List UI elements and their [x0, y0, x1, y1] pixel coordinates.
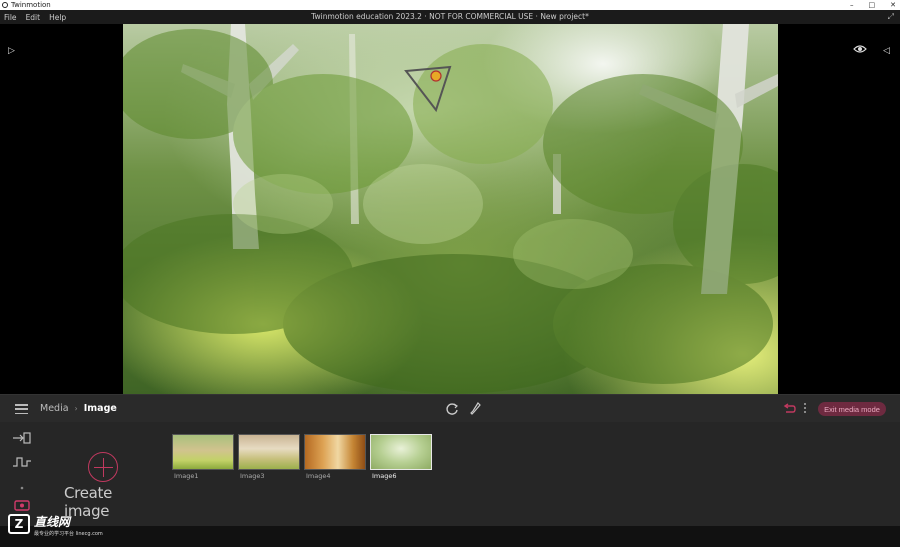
breadcrumb: Media › Image [40, 403, 117, 414]
thumbnail-label: Image3 [240, 472, 265, 480]
menu-help[interactable]: Help [49, 13, 66, 22]
breadcrumb-media[interactable]: Media [40, 403, 69, 414]
status-strip [0, 526, 900, 547]
menu-icon[interactable] [15, 404, 28, 414]
media-toolbar: Media › Image Exit media mode [0, 394, 900, 422]
create-image-button[interactable]: Create image [60, 452, 148, 520]
right-panel-toggle-icon[interactable]: ◁ [883, 46, 890, 56]
thumbnail-item-selected[interactable]: Image6 [370, 434, 432, 480]
thumbnail-item[interactable]: Image3 [238, 434, 300, 480]
left-panel-toggle-icon[interactable]: ▷ [8, 46, 15, 56]
main-menu: File Edit Help [0, 13, 66, 22]
scene-render[interactable] [123, 24, 778, 394]
refresh-icon[interactable] [445, 402, 459, 416]
exit-media-mode-button[interactable]: Exit media mode [818, 402, 886, 416]
thumbnail-label: Image6 [372, 472, 397, 480]
media-panel: Create image Image1 Image3 Image4 Image6 [0, 422, 900, 526]
thumbnail-image [172, 434, 234, 470]
maximize-button[interactable]: □ [869, 1, 876, 9]
add-icon [88, 452, 118, 482]
thumbnail-image [304, 434, 366, 470]
sequence-icon[interactable] [12, 456, 32, 468]
thumbnail-item[interactable]: Image4 [304, 434, 366, 480]
thumbnail-image [370, 434, 432, 470]
import-icon[interactable] [12, 432, 32, 444]
breadcrumb-separator: › [74, 404, 78, 413]
menu-edit[interactable]: Edit [26, 13, 41, 22]
thumbnail-label: Image1 [174, 472, 199, 480]
dot-icon[interactable] [12, 482, 32, 494]
viewport[interactable]: ▷ ◁ [0, 24, 900, 394]
app-title: Twinmotion [11, 1, 51, 9]
undo-icon[interactable] [782, 403, 796, 415]
watermark-logo: Z [8, 514, 30, 534]
watermark: Z 直线网 最专业的学习平台 linecg.com [6, 510, 121, 542]
menu-file[interactable]: File [4, 13, 17, 22]
eye-icon[interactable] [853, 44, 867, 54]
close-button[interactable]: ✕ [890, 1, 896, 9]
watermark-subtitle: 最专业的学习平台 linecg.com [34, 531, 103, 537]
thumbnail-label: Image4 [306, 472, 331, 480]
breadcrumb-image: Image [83, 403, 117, 414]
twinmotion-logo-icon [2, 2, 8, 8]
forest-scene-image [123, 24, 778, 394]
minimize-button[interactable]: – [850, 1, 854, 9]
more-options-icon[interactable] [804, 403, 806, 413]
fullscreen-icon[interactable]: ⤢ [888, 12, 894, 22]
thumbnail-item[interactable]: Image1 [172, 434, 234, 480]
watermark-name: 直线网 [34, 515, 71, 529]
eyedropper-icon[interactable] [469, 402, 481, 416]
image-thumbnails: Image1 Image3 Image4 Image6 [172, 434, 432, 480]
menubar: File Edit Help Twinmotion education 2023… [0, 10, 900, 24]
window-controls: – □ ✕ [850, 0, 896, 10]
project-title: Twinmotion education 2023.2 · NOT FOR CO… [311, 12, 589, 21]
thumbnail-image [238, 434, 300, 470]
window-titlebar: Twinmotion – □ ✕ [0, 0, 900, 10]
